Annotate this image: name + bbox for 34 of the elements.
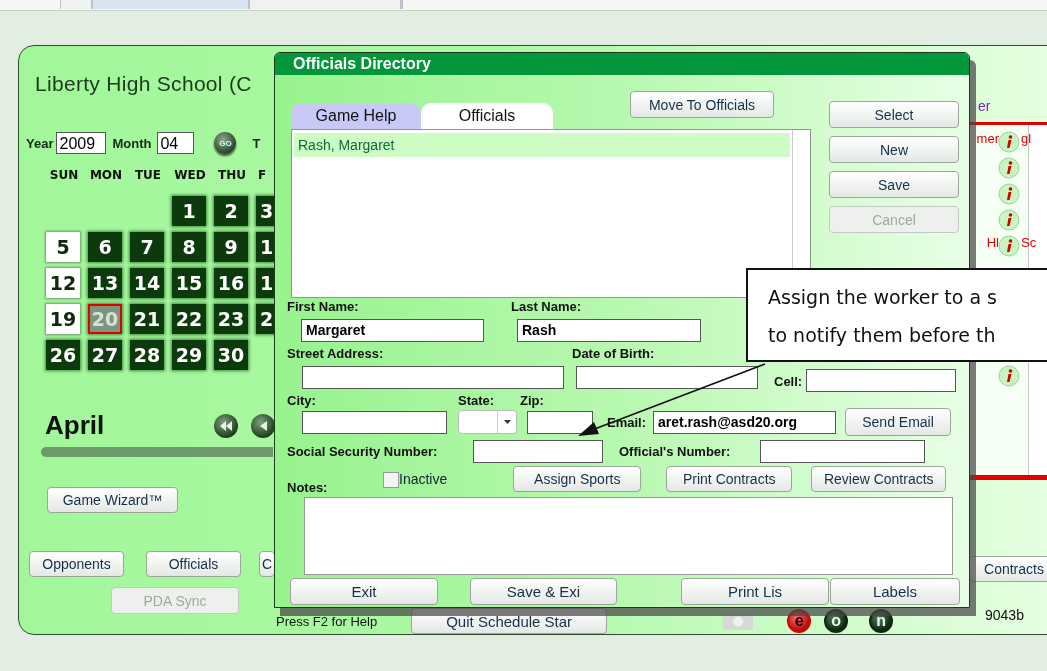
field-label: Zip: <box>520 392 544 408</box>
field-label: Last Name: <box>511 298 582 314</box>
field-label: Notes: <box>287 480 329 495</box>
school-title: Liberty High School (C <box>35 72 253 96</box>
callout-text: Assign the worker to a s <box>768 285 998 310</box>
year-label: Year <box>26 135 54 151</box>
field-label: Official's Number: <box>619 443 732 459</box>
field-label: First Name: <box>287 298 360 314</box>
field-label: Social Security Number: <box>287 443 439 459</box>
weekday-label: THU <box>217 168 247 182</box>
field-label: City: <box>287 392 317 408</box>
weekday-label: SUN <box>48 168 80 182</box>
weekday-label: F <box>257 168 268 182</box>
month-label: Month <box>112 135 152 151</box>
schedule-text: Hl <box>986 235 999 250</box>
field-label: Street Address: <box>287 345 385 361</box>
field-label: Date of Birth: <box>572 345 655 361</box>
help-text: Press F2 for Help <box>276 613 378 629</box>
field-label: Cell: <box>774 373 803 389</box>
weekday-label: MON <box>88 168 124 182</box>
inactive-label: Inactive <box>399 471 448 487</box>
column-header: er <box>978 98 992 114</box>
dialog-title: Officials Directory <box>275 53 969 75</box>
schedule-text: mer <box>976 131 999 146</box>
weekday-label: TUE <box>133 168 163 182</box>
field-label: Email: <box>607 414 646 430</box>
callout-text: to notify them before th <box>768 323 997 348</box>
schedule-text: Sc <box>1021 235 1037 250</box>
field-label: State: <box>458 392 496 408</box>
schedule-text: gl <box>1021 131 1032 146</box>
today-label: T <box>252 135 261 151</box>
version-text: 9043b <box>985 607 1025 623</box>
weekday-label: WED <box>173 168 207 182</box>
month-name: April <box>45 410 106 441</box>
